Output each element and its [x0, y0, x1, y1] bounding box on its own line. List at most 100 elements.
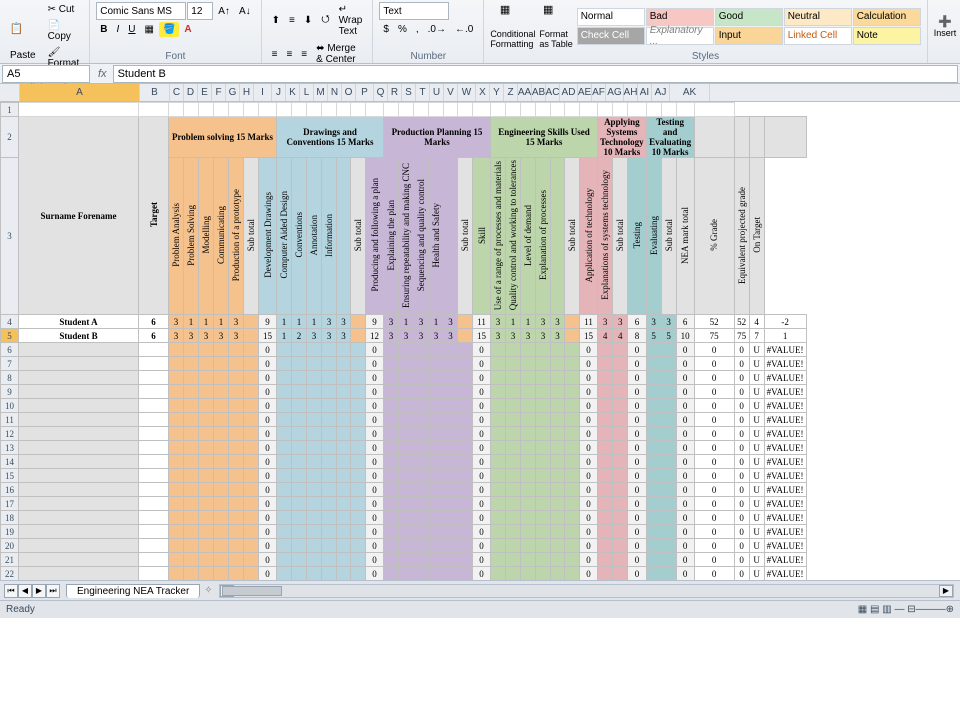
col-header-AG[interactable]: AG	[606, 84, 624, 101]
view-controls[interactable]: ▦ ▤ ▥ — ⊟———⊕	[858, 604, 954, 615]
style-neutral[interactable]: Neutral	[784, 8, 852, 26]
col-header-K[interactable]: K	[286, 84, 300, 101]
col-header-Q[interactable]: Q	[374, 84, 388, 101]
col-header-AB[interactable]: AB	[532, 84, 546, 101]
inc-dec-button[interactable]: .0→	[424, 22, 450, 37]
merge-button[interactable]: ⬌ Merge & Center	[312, 41, 366, 67]
style-note[interactable]: Note	[853, 27, 921, 45]
orientation-button[interactable]: ⭯	[317, 10, 333, 31]
name-box[interactable]: A5	[2, 65, 90, 83]
col-header-Z[interactable]: Z	[504, 84, 518, 101]
bold-button[interactable]: B	[96, 22, 111, 37]
col-header-S[interactable]: S	[402, 84, 416, 101]
font-size-select[interactable]	[187, 2, 213, 20]
col-header-D[interactable]: D	[184, 84, 198, 101]
align-center-button[interactable]: ≡	[282, 47, 296, 62]
col-header-X[interactable]: X	[476, 84, 490, 101]
style-bad[interactable]: Bad	[646, 8, 714, 26]
col-header-R[interactable]: R	[388, 84, 402, 101]
new-sheet-icon[interactable]: ✧	[204, 585, 212, 596]
fx-icon[interactable]: fx	[92, 68, 113, 80]
col-header-P[interactable]: P	[356, 84, 374, 101]
col-header-O[interactable]: O	[342, 84, 356, 101]
col-header-E[interactable]: E	[198, 84, 212, 101]
cut-button[interactable]: ✂ Cut	[44, 2, 84, 17]
col-header-AC[interactable]: AC	[546, 84, 560, 101]
col-header-F[interactable]: F	[212, 84, 226, 101]
fill-color-button[interactable]: 🪣	[159, 22, 179, 37]
comma-button[interactable]: ,	[412, 22, 423, 37]
increase-font-button[interactable]: A↑	[214, 4, 234, 19]
tab-prev-icon[interactable]: ◀	[18, 584, 32, 598]
tab-nav[interactable]: ⏮ ◀ ▶ ⏭	[0, 584, 64, 598]
currency-button[interactable]: $	[379, 22, 393, 37]
formula-input[interactable]: Student B	[113, 65, 958, 83]
col-header-I[interactable]: I	[254, 84, 272, 101]
col-header-N[interactable]: N	[328, 84, 342, 101]
grid[interactable]: 12Surname ForenameTargetProblem solving …	[0, 102, 960, 580]
tab-next-icon[interactable]: ▶	[32, 584, 46, 598]
border-button[interactable]: ▦	[141, 22, 158, 37]
dec-dec-button[interactable]: ←.0	[451, 22, 477, 37]
group-title: Font	[96, 50, 254, 62]
style-explanatory[interactable]: Explanatory ...	[646, 27, 714, 45]
col-header-AE[interactable]: AE	[578, 84, 592, 101]
col-header-L[interactable]: L	[300, 84, 314, 101]
col-header-M[interactable]: M	[314, 84, 328, 101]
col-header-Y[interactable]: Y	[490, 84, 504, 101]
group-styles: ▦Conditional Formatting ▦Format as Table…	[484, 0, 927, 63]
sheet-tab[interactable]: Engineering NEA Tracker	[66, 584, 200, 598]
col-header-AH[interactable]: AH	[624, 84, 638, 101]
col-header-U[interactable]: U	[430, 84, 444, 101]
underline-button[interactable]: U	[124, 22, 139, 37]
col-header-[interactable]	[0, 84, 20, 101]
col-header-J[interactable]: J	[272, 84, 286, 101]
col-header-T[interactable]: T	[416, 84, 430, 101]
style-calculation[interactable]: Calculation	[853, 8, 921, 26]
col-header-AJ[interactable]: AJ	[652, 84, 670, 101]
align-mid-button[interactable]: ≡	[285, 13, 299, 28]
style-linkedcell[interactable]: Linked Cell	[784, 27, 852, 45]
group-alignment: ⬆ ≡ ⬇ ⭯ ↵ Wrap Text ≡ ≡ ≡ ⬌ Merge & Cent…	[262, 0, 374, 63]
col-header-AI[interactable]: AI	[638, 84, 652, 101]
percent-button[interactable]: %	[394, 22, 411, 37]
font-name-select[interactable]	[96, 2, 186, 20]
wrap-text-button[interactable]: ↵ Wrap Text	[335, 2, 367, 39]
col-header-G[interactable]: G	[226, 84, 240, 101]
align-bot-button[interactable]: ⬇	[300, 13, 316, 28]
tab-first-icon[interactable]: ⏮	[4, 584, 18, 598]
col-header-AD[interactable]: AD	[560, 84, 578, 101]
tab-last-icon[interactable]: ⏭	[46, 584, 60, 598]
style-input[interactable]: Input	[715, 27, 783, 45]
copy-button[interactable]: 📄 Copy	[44, 18, 84, 44]
format-as-table-button[interactable]: ▦Format as Table	[539, 3, 572, 49]
col-header-B[interactable]: B	[140, 84, 170, 101]
font-color-button[interactable]: A	[180, 22, 195, 37]
number-format-select[interactable]	[379, 2, 449, 20]
italic-button[interactable]: I	[113, 22, 124, 37]
align-top-button[interactable]: ⬆	[268, 13, 284, 28]
style-good[interactable]: Good	[715, 8, 783, 26]
col-header-W[interactable]: W	[458, 84, 476, 101]
style-normal[interactable]: Normal	[577, 8, 645, 26]
col-header-AK[interactable]: AK	[670, 84, 710, 101]
column-headers[interactable]: ABCDEFGHIJKLMNOPQRSTUVWXYZAAABACADAEAFAG…	[0, 84, 960, 102]
paste-icon[interactable]: 📋	[10, 22, 36, 48]
conditional-formatting-button[interactable]: ▦Conditional Formatting	[490, 3, 535, 49]
col-header-AA[interactable]: AA	[518, 84, 532, 101]
align-right-button[interactable]: ≡	[297, 47, 311, 62]
col-header-V[interactable]: V	[444, 84, 458, 101]
group-number: $ % , .0→ ←.0 Number	[373, 0, 484, 63]
paste-button[interactable]: Paste	[6, 48, 40, 63]
style-checkcell[interactable]: Check Cell	[577, 27, 645, 45]
col-header-AF[interactable]: AF	[592, 84, 606, 101]
scroll-right-icon[interactable]: ▶	[939, 585, 953, 597]
insert-button[interactable]: ➕Insert	[934, 15, 957, 38]
decrease-font-button[interactable]: A↓	[235, 4, 255, 19]
scroll-thumb[interactable]	[222, 586, 282, 596]
horizontal-scrollbar[interactable]: ◀ ▶	[219, 584, 954, 598]
align-left-button[interactable]: ≡	[268, 47, 282, 62]
col-header-H[interactable]: H	[240, 84, 254, 101]
col-header-C[interactable]: C	[170, 84, 184, 101]
col-header-A[interactable]: A	[20, 84, 140, 101]
